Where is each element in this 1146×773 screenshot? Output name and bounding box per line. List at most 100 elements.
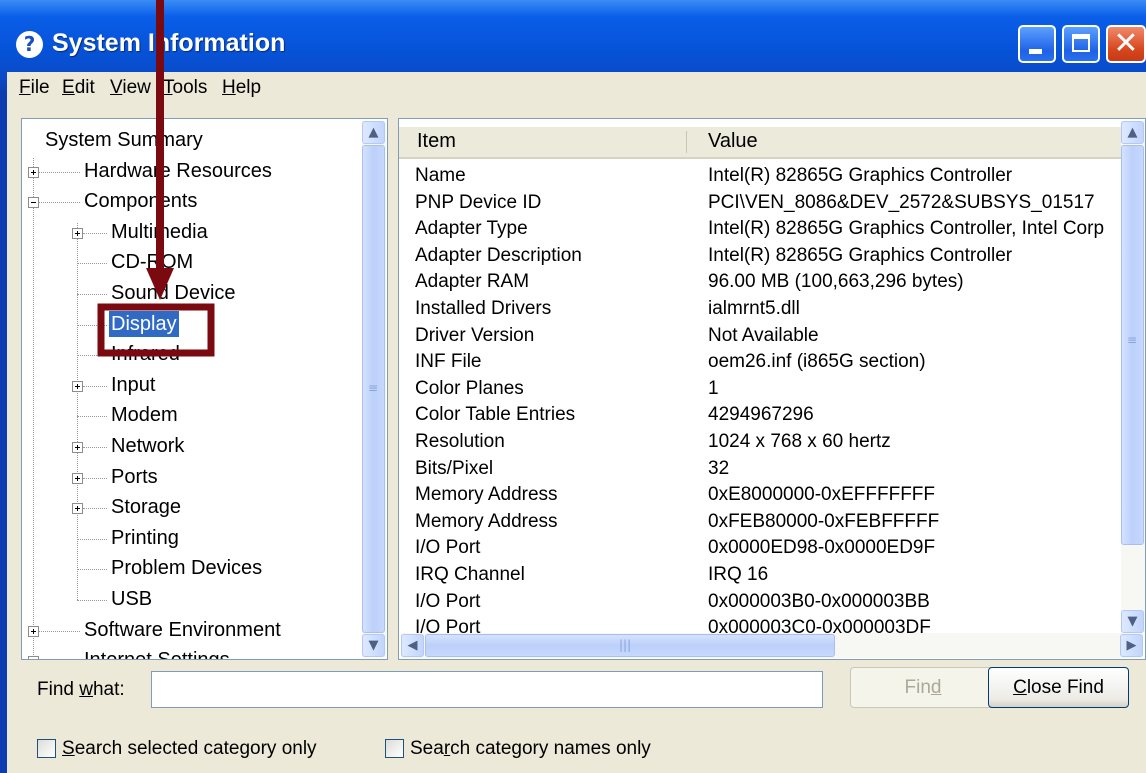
table-row[interactable]: Color Planes 1 bbox=[399, 376, 1121, 404]
tree-item-label: Infrared bbox=[111, 343, 180, 366]
tree-item[interactable]: Printing bbox=[109, 525, 181, 553]
details-list[interactable]: Item Value Name Intel(R) 82865G Graphics … bbox=[398, 118, 1146, 660]
value-cell: IRQ 16 bbox=[708, 564, 769, 585]
tree-item[interactable]: Sound Device bbox=[109, 280, 238, 308]
expand-icon[interactable] bbox=[28, 625, 39, 637]
search-selected-category-checkbox[interactable]: Search selected category only bbox=[37, 738, 317, 760]
table-row[interactable]: Adapter Description Intel(R) 82865G Graph… bbox=[399, 243, 1121, 271]
expand-icon[interactable] bbox=[72, 503, 83, 515]
tree-item[interactable]: Network bbox=[109, 433, 186, 461]
tree-item[interactable]: Problem Devices bbox=[109, 555, 264, 583]
column-header-value[interactable]: Value bbox=[708, 130, 758, 153]
table-row[interactable]: Memory Address 0xFEB80000-0xFEBFFFFF bbox=[399, 509, 1121, 537]
collapse-icon[interactable] bbox=[28, 197, 39, 209]
tree-item[interactable]: Storage bbox=[109, 494, 183, 522]
item-cell: Memory Address bbox=[415, 510, 558, 532]
table-row[interactable]: I/O Port 0x000003B0-0x000003BB bbox=[399, 589, 1121, 617]
scroll-right-icon[interactable]: ▶ bbox=[1120, 634, 1143, 657]
table-row[interactable]: I/O Port 0x0000ED98-0x0000ED9F bbox=[399, 535, 1121, 563]
close-button[interactable]: ✕ bbox=[1106, 25, 1146, 63]
checkbox-icon[interactable] bbox=[37, 739, 56, 758]
expand-icon[interactable] bbox=[28, 656, 39, 659]
tree-item-label: Hardware Resources bbox=[84, 159, 272, 182]
tree-item[interactable]: Modem bbox=[109, 402, 180, 430]
tree-item[interactable]: Software Environment bbox=[82, 617, 283, 645]
tree-item[interactable]: Hardware Resources bbox=[82, 158, 274, 186]
tree-connector bbox=[83, 447, 107, 448]
close-find-button[interactable]: Close Find bbox=[988, 667, 1129, 708]
table-row[interactable]: Name Intel(R) 82865G Graphics Controller bbox=[399, 163, 1121, 191]
item-cell: Driver Version bbox=[415, 324, 535, 346]
checkbox-icon[interactable] bbox=[385, 739, 404, 758]
item-cell: Bits/Pixel bbox=[415, 457, 494, 479]
value-cell: 0xE8000000-0xEFFFFFFF bbox=[708, 484, 936, 506]
details-horizontal-scrollbar[interactable]: ◀ ||| ▶ bbox=[401, 633, 1143, 658]
menu-file[interactable]: File bbox=[19, 77, 50, 99]
tree-item[interactable]: Ports bbox=[109, 464, 160, 492]
value-cell: 1 bbox=[708, 377, 719, 399]
tree-item-label: Ports bbox=[111, 465, 158, 488]
table-row[interactable]: Adapter RAM 96.00 MB (100,663,296 bytes) bbox=[399, 269, 1121, 297]
table-row[interactable]: Adapter Type Intel(R) 82865G Graphics Con… bbox=[399, 216, 1121, 244]
menu-help[interactable]: Help bbox=[222, 77, 261, 99]
tree-item[interactable]: Infrared bbox=[109, 341, 182, 369]
tree-connector bbox=[77, 294, 107, 295]
value-cell: 1024 x 768 x 60 hertz bbox=[708, 431, 891, 452]
column-divider[interactable] bbox=[686, 131, 687, 153]
tree-item-label: Storage bbox=[111, 496, 182, 519]
table-row[interactable]: Memory Address 0xE8000000-0xEFFFFFFF bbox=[399, 482, 1121, 510]
find-button[interactable]: Find bbox=[850, 667, 996, 708]
tree-connector bbox=[39, 171, 80, 173]
tree-vertical-scrollbar[interactable]: ▲ ≡ ▼ bbox=[362, 121, 386, 657]
table-row[interactable]: Driver Version Not Available bbox=[399, 323, 1121, 351]
grip-icon: ||| bbox=[619, 638, 632, 652]
system-information-window: ? System Information ✕ File Edit View Tools… bbox=[0, 0, 1146, 773]
menu-bar: File Edit View Tools Help bbox=[7, 72, 1146, 104]
menu-edit[interactable]: Edit bbox=[62, 77, 95, 99]
tree-item-label: Internet Settings bbox=[82, 647, 232, 659]
value-cell: 0x0000ED98-0x0000ED9F bbox=[708, 537, 936, 559]
scroll-down-icon[interactable]: ▼ bbox=[1121, 610, 1144, 633]
details-vertical-scrollbar[interactable]: ▲ ≡ ▼ bbox=[1121, 121, 1145, 633]
expand-icon[interactable] bbox=[72, 380, 83, 392]
value-cell: 0x000003B0-0x000003BB bbox=[708, 590, 930, 612]
tree-item[interactable]: Components bbox=[82, 188, 199, 216]
scroll-down-icon[interactable]: ▼ bbox=[362, 634, 385, 657]
expand-icon[interactable] bbox=[28, 166, 39, 178]
tree-item[interactable]: CD-ROM bbox=[109, 249, 195, 277]
table-row[interactable]: Color Table Entries 4294967296 bbox=[399, 402, 1121, 430]
tree-connector bbox=[83, 477, 107, 479]
menu-view[interactable]: View bbox=[110, 77, 151, 99]
maximize-button[interactable] bbox=[1062, 25, 1100, 63]
table-row[interactable]: IRQ Channel IRQ 16 bbox=[399, 562, 1121, 590]
minimize-button[interactable] bbox=[1018, 25, 1056, 63]
expand-icon[interactable] bbox=[72, 472, 83, 484]
table-row[interactable]: PNP Device ID PCI\VEN_8086&DEV_2572&SUBSY… bbox=[399, 190, 1121, 218]
tree-item[interactable]: Display bbox=[108, 309, 180, 339]
value-cell: Not Available bbox=[708, 324, 819, 346]
category-tree[interactable]: System Summary Hardware Resources Componen… bbox=[21, 118, 388, 660]
value-cell: Intel(R) 82865G Graphics Controller bbox=[708, 165, 1013, 186]
tree-item[interactable]: Input bbox=[109, 372, 157, 400]
expand-icon[interactable] bbox=[72, 227, 83, 239]
search-category-names-checkbox[interactable]: Search category names only bbox=[385, 738, 651, 760]
scroll-up-icon[interactable]: ▲ bbox=[1121, 121, 1144, 144]
scroll-up-icon[interactable]: ▲ bbox=[362, 121, 385, 144]
item-cell: Color Planes bbox=[415, 377, 524, 399]
expand-icon[interactable] bbox=[72, 442, 83, 453]
table-row[interactable]: Resolution 1024 x 768 x 60 hertz bbox=[399, 429, 1121, 457]
column-header-item[interactable]: Item bbox=[417, 130, 456, 153]
find-what-label: Find what: bbox=[37, 679, 125, 700]
tree-item[interactable]: USB bbox=[109, 586, 154, 614]
tree-connector bbox=[83, 508, 107, 510]
window-title: System Information bbox=[52, 29, 286, 57]
menu-tools[interactable]: Tools bbox=[163, 77, 207, 99]
tree-item[interactable]: Internet Settings bbox=[82, 647, 232, 659]
find-what-input[interactable] bbox=[151, 671, 823, 708]
tree-item[interactable]: System Summary bbox=[43, 127, 205, 155]
table-row[interactable]: INF File oem26.inf (i865G section) bbox=[399, 349, 1121, 377]
scroll-left-icon[interactable]: ◀ bbox=[401, 634, 424, 657]
tree-item[interactable]: Multimedia bbox=[109, 219, 210, 247]
table-row[interactable]: Installed Drivers ialmrnt5.dll bbox=[399, 296, 1121, 324]
table-row[interactable]: Bits/Pixel 32 bbox=[399, 456, 1121, 484]
